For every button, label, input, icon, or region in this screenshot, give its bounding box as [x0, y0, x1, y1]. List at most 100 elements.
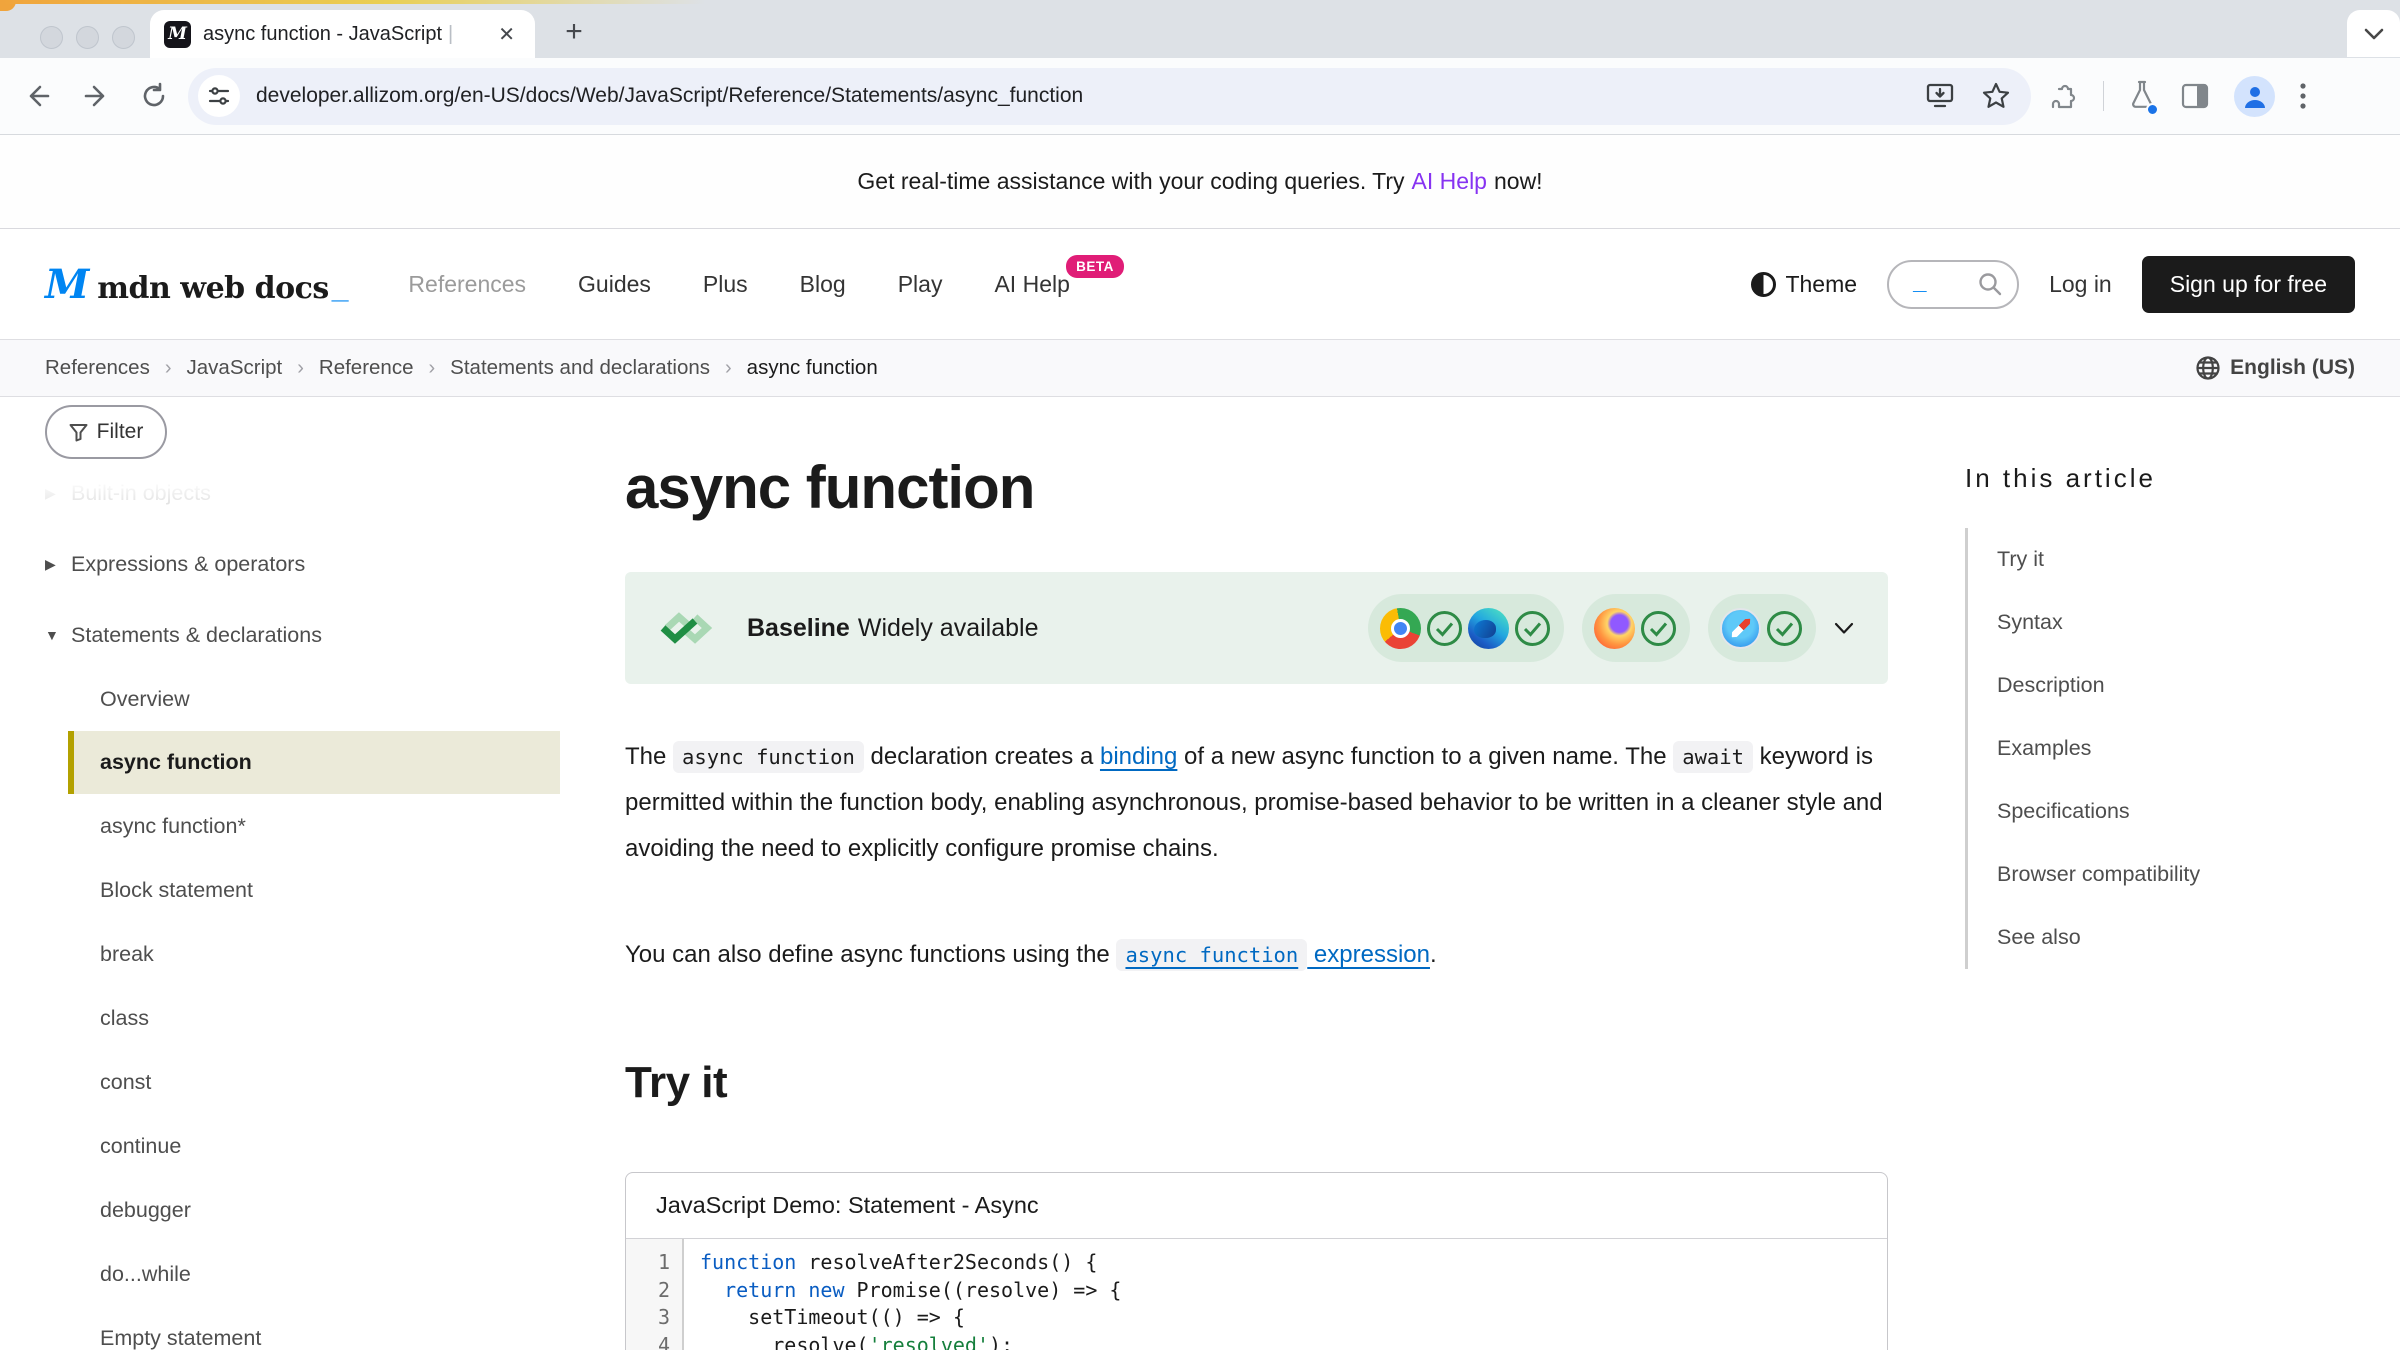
sidebar-item-async-function-active[interactable]: async function — [68, 731, 560, 794]
url-text[interactable]: developer.allizom.org/en-US/docs/Web/Jav… — [256, 84, 1083, 108]
code-line: 4 resolve('resolved'); — [690, 1332, 1887, 1350]
toc-item-browser-compatibility[interactable]: Browser compatibility — [1997, 843, 2325, 906]
theme-switcher[interactable]: Theme — [1751, 271, 1857, 298]
sidebar-item-class[interactable]: class — [45, 986, 560, 1050]
theme-label: Theme — [1785, 271, 1857, 298]
sidebar-filter-button[interactable]: Filter — [45, 405, 167, 459]
nav-blog[interactable]: Blog — [800, 271, 846, 298]
mdn-logo-underscore: _ — [332, 272, 349, 306]
safari-support-pill — [1708, 594, 1816, 662]
baseline-expand-chevron-icon[interactable] — [1834, 622, 1854, 635]
search-input[interactable]: _ — [1887, 260, 2019, 309]
toc-item-syntax[interactable]: Syntax — [1997, 591, 2325, 654]
browser-window: M async function - JavaScript | ✕ + deve… — [0, 0, 2400, 1350]
browser-tab[interactable]: M async function - JavaScript | ✕ — [150, 10, 535, 58]
toc-item-specifications[interactable]: Specifications — [1997, 780, 2325, 843]
crumb-statements[interactable]: Statements and declarations — [450, 356, 710, 380]
crumb-separator: › — [725, 357, 732, 380]
site-settings-button[interactable] — [198, 75, 240, 117]
forward-button[interactable] — [74, 74, 118, 118]
sidebar-section-expressions[interactable]: ▶ Expressions & operators — [45, 532, 560, 596]
line-number: 4 — [626, 1332, 684, 1350]
install-icon[interactable] — [1925, 82, 1955, 110]
sidebar-section-statements[interactable]: ▼ Statements & declarations — [45, 603, 560, 667]
reload-button[interactable] — [132, 74, 176, 118]
sidebar-item-debugger[interactable]: debugger — [45, 1178, 560, 1242]
globe-icon — [2195, 355, 2221, 381]
text: You can also define async functions usin… — [625, 941, 1116, 968]
code-editor[interactable]: 1function resolveAfter2Seconds() { 2 ret… — [626, 1239, 1887, 1350]
login-link[interactable]: Log in — [2049, 271, 2112, 298]
desktop-accent-strip — [0, 0, 705, 4]
promo-ai-help-link[interactable]: AI Help — [1412, 168, 1487, 195]
binding-link[interactable]: binding — [1100, 743, 1177, 770]
new-tab-button[interactable]: + — [556, 14, 592, 50]
crumb-javascript[interactable]: JavaScript — [187, 356, 283, 380]
toc-item-try-it[interactable]: Try it — [1997, 528, 2325, 591]
tab-search-button[interactable] — [2347, 10, 2400, 57]
side-panel-icon[interactable] — [2180, 82, 2210, 110]
toc-heading: In this article — [1965, 463, 2325, 494]
sidebar-item-overview[interactable]: Overview — [45, 667, 560, 731]
promo-text-after: now! — [1494, 168, 1543, 195]
nav-guides[interactable]: Guides — [578, 271, 651, 298]
chrome-labs-button[interactable] — [2128, 79, 2156, 114]
sidebar-item-break[interactable]: break — [45, 922, 560, 986]
back-icon — [24, 82, 52, 110]
sidebar-item-const[interactable]: const — [45, 1050, 560, 1114]
sidebar-item-continue[interactable]: continue — [45, 1114, 560, 1178]
crumb-separator: › — [297, 357, 304, 380]
back-button[interactable] — [16, 74, 60, 118]
chromium-support-pill — [1368, 594, 1564, 662]
nav-plus[interactable]: Plus — [703, 271, 748, 298]
theme-icon — [1751, 272, 1776, 297]
demo-title: JavaScript Demo: Statement - Async — [626, 1173, 1887, 1239]
toc-item-description[interactable]: Description — [1997, 654, 2325, 717]
crumb-reference[interactable]: Reference — [319, 356, 414, 380]
signup-button[interactable]: Sign up for free — [2142, 256, 2355, 313]
check-circle-icon — [1513, 609, 1552, 648]
crumb-references[interactable]: References — [45, 356, 150, 380]
close-window-button[interactable] — [40, 26, 63, 49]
labs-badge-dot — [2146, 103, 2159, 116]
edge-icon — [1468, 608, 1509, 649]
sidebar-item-do-while[interactable]: do...while — [45, 1242, 560, 1306]
expression-link-text: expression — [1307, 941, 1430, 968]
profile-avatar[interactable] — [2234, 76, 2275, 117]
nav-play[interactable]: Play — [898, 271, 943, 298]
text: . — [1430, 941, 1437, 968]
chevron-down-icon — [2364, 28, 2384, 40]
crumb-current: async function — [747, 356, 878, 380]
url-bar[interactable]: developer.allizom.org/en-US/docs/Web/Jav… — [188, 68, 2031, 125]
tab-close-icon[interactable]: ✕ — [492, 22, 521, 47]
traffic-lights — [40, 26, 135, 49]
toc-item-examples[interactable]: Examples — [1997, 717, 2325, 780]
line-number: 1 — [626, 1249, 684, 1277]
mdn-logo-mark: M — [45, 261, 89, 308]
extensions-puzzle-icon[interactable] — [2049, 81, 2079, 111]
nav-references[interactable]: References — [408, 271, 526, 298]
sidebar-item-empty-statement[interactable]: Empty statement — [45, 1306, 560, 1350]
bookmark-star-icon[interactable] — [1981, 81, 2011, 111]
firefox-icon — [1594, 608, 1635, 649]
nav-ai-help[interactable]: AI Help BETA — [994, 271, 1069, 298]
mdn-logo[interactable]: M mdn web docs _ — [45, 261, 348, 308]
nav-ai-help-label: AI Help — [994, 271, 1069, 297]
page-title: async function — [625, 453, 1888, 522]
sidebar-item-async-function-star[interactable]: async function* — [45, 794, 560, 858]
baseline-status-text: Widely available — [858, 614, 1039, 642]
language-switcher[interactable]: English (US) — [2195, 355, 2355, 381]
funnel-icon — [69, 423, 88, 442]
sidebar-item-block-statement[interactable]: Block statement — [45, 858, 560, 922]
tab-title-divider: | — [448, 23, 453, 46]
sidebar: Filter ▶ Built-in objects ▶ Expressions … — [45, 397, 560, 1350]
minimize-window-button[interactable] — [76, 26, 99, 49]
toc-item-see-also[interactable]: See also — [1997, 906, 2325, 969]
kebab-menu-icon[interactable] — [2299, 81, 2307, 111]
sidebar-item-built-in-objects[interactable]: ▶ Built-in objects — [45, 461, 560, 525]
text: The — [625, 743, 673, 770]
breadcrumb: References › JavaScript › Reference › St… — [45, 356, 878, 380]
zoom-window-button[interactable] — [112, 26, 135, 49]
async-function-expression-link[interactable]: async function expression — [1116, 941, 1430, 968]
toolbar-actions — [2049, 76, 2307, 117]
